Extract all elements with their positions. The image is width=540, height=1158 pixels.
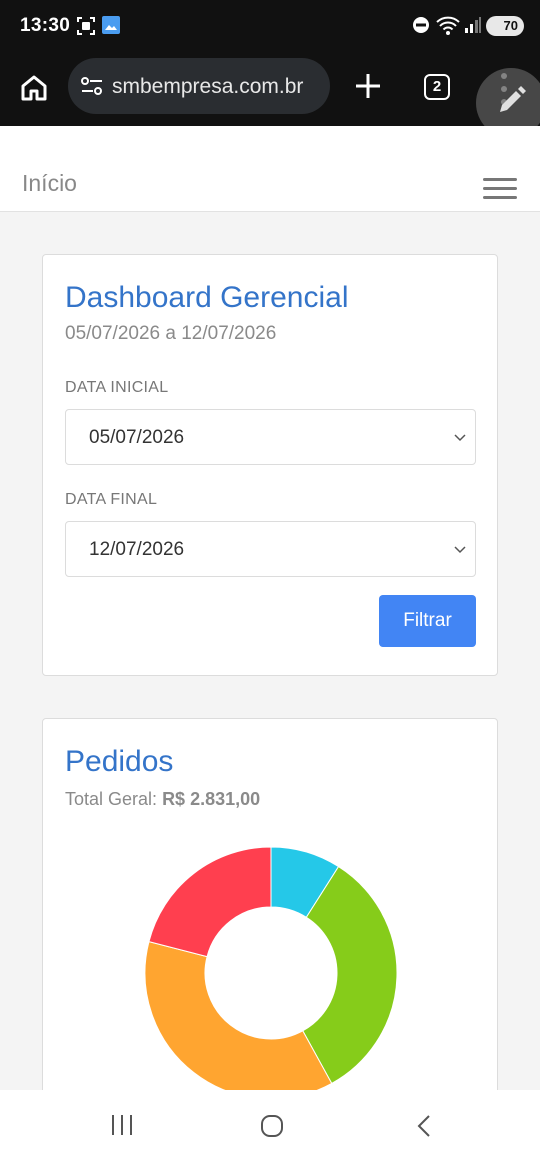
donut-slice-4[interactable] — [148, 846, 272, 958]
site-navbar: Início — [0, 126, 540, 212]
end-date-value: 12/07/2026 — [89, 539, 185, 560]
dashboard-title: Dashboard Gerencial — [65, 281, 349, 314]
tab-count: 2 — [432, 78, 442, 95]
wifi-icon — [436, 16, 460, 35]
start-date-select[interactable]: 05/07/2026 — [65, 409, 476, 465]
url-text[interactable]: smbempresa.com.br — [112, 75, 324, 99]
date-range: 05/07/2026 a 12/07/2026 — [65, 323, 277, 344]
browser-toolbar: smbempresa.com.br 2 — [0, 52, 540, 126]
edit-icon — [500, 86, 526, 112]
navbar-brand[interactable]: Início — [22, 170, 77, 197]
clock: 13:30 — [20, 15, 71, 36]
end-date-select[interactable]: 12/07/2026 — [65, 521, 476, 577]
total-value: R$ 2.831,00 — [162, 789, 261, 809]
back-icon[interactable] — [414, 1114, 434, 1138]
end-date-label: DATA FINAL — [65, 491, 158, 508]
home-icon[interactable] — [18, 72, 50, 104]
orders-card: Pedidos Total Geral: R$ 2.831,00 — [42, 718, 498, 1138]
start-date-label: DATA INICIAL — [65, 379, 169, 396]
orders-total: Total Geral: R$ 2.831,00 — [65, 789, 260, 810]
start-date-value: 05/07/2026 — [89, 427, 185, 448]
total-label: Total Geral: — [65, 789, 158, 809]
donut-slice-3[interactable] — [144, 941, 333, 1100]
filter-button[interactable]: Filtrar — [379, 595, 476, 647]
do-not-disturb-icon — [413, 17, 429, 33]
battery-icon: 70 — [486, 16, 524, 36]
gallery-icon — [102, 16, 120, 34]
battery-level: 70 — [503, 18, 518, 33]
dashboard-card: Dashboard Gerencial 05/07/2026 a 12/07/2… — [42, 254, 498, 676]
home-circle-icon[interactable] — [260, 1114, 284, 1138]
address-bar[interactable]: smbempresa.com.br — [68, 58, 330, 114]
screenshot-icon — [77, 17, 95, 35]
recent-apps-icon[interactable] — [110, 1114, 134, 1136]
orders-title: Pedidos — [65, 745, 174, 778]
system-nav-bar — [0, 1090, 540, 1158]
tab-switcher-icon[interactable]: 2 — [424, 74, 450, 100]
hamburger-icon[interactable] — [483, 178, 517, 200]
chevron-down-icon — [454, 434, 466, 442]
chevron-down-icon — [454, 546, 466, 554]
new-tab-icon[interactable] — [352, 70, 384, 102]
orders-donut-chart — [144, 846, 398, 1100]
status-bar: 13:30 70 — [0, 0, 540, 52]
signal-icon — [465, 17, 481, 33]
site-settings-icon[interactable] — [80, 76, 104, 96]
